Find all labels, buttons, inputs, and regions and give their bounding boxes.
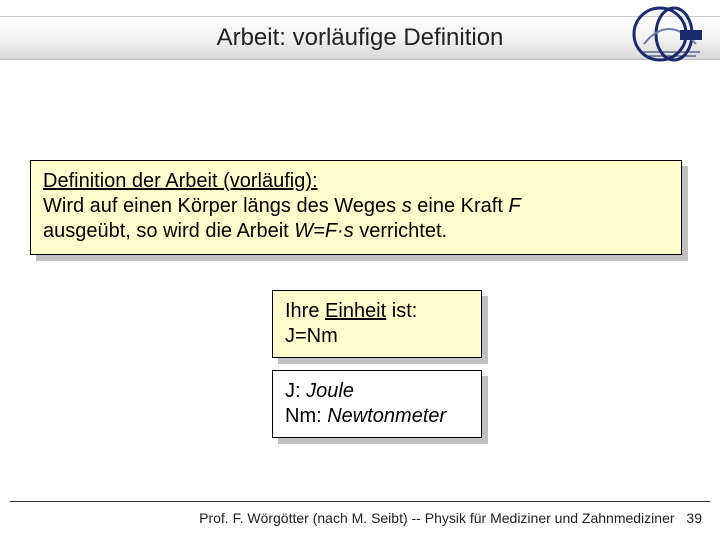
equation: W=F·s <box>294 220 353 242</box>
unit-value: J=Nm <box>285 325 338 347</box>
definition-heading: Definition der Arbeit (vorläufig): <box>43 170 318 192</box>
legend-box: J: Joule Nm: Newtonmeter <box>272 370 482 438</box>
definition-content: Definition der Arbeit (vorläufig): Wird … <box>30 160 682 255</box>
legend-nm-name: Newtonmeter <box>327 405 446 427</box>
footer: Prof. F. Wörgötter (nach M. Seibt) -- Ph… <box>0 510 702 526</box>
title-bar: Arbeit: vorläufige Definition <box>0 16 720 60</box>
definition-box: Definition der Arbeit (vorläufig): Wird … <box>30 160 682 255</box>
unit-label: Ihre <box>285 300 325 322</box>
legend-j-name: Joule <box>306 380 354 402</box>
unit-label-underline: Einheit <box>325 300 386 322</box>
definition-text: Wird auf einen Körper längs des Weges <box>43 195 402 217</box>
legend-j-label: J: <box>285 380 306 402</box>
legend-nm-label: Nm: <box>285 405 327 427</box>
page-number: 39 <box>686 510 702 526</box>
unit-box: Ihre Einheit ist: J=Nm <box>272 290 482 358</box>
slide-title: Arbeit: vorläufige Definition <box>217 24 504 52</box>
unit-content: Ihre Einheit ist: J=Nm <box>272 290 482 358</box>
variable-s: s <box>402 195 412 217</box>
logo-icon <box>630 4 706 66</box>
definition-text: verrichtet. <box>354 220 447 242</box>
definition-text: ausgeübt, so wird die Arbeit <box>43 220 294 242</box>
definition-text: eine Kraft <box>412 195 509 217</box>
variable-F: F <box>508 195 520 217</box>
footer-text: Prof. F. Wörgötter (nach M. Seibt) -- Ph… <box>199 510 674 526</box>
unit-label: ist: <box>386 300 417 322</box>
footer-divider <box>10 501 710 502</box>
legend-content: J: Joule Nm: Newtonmeter <box>272 370 482 438</box>
